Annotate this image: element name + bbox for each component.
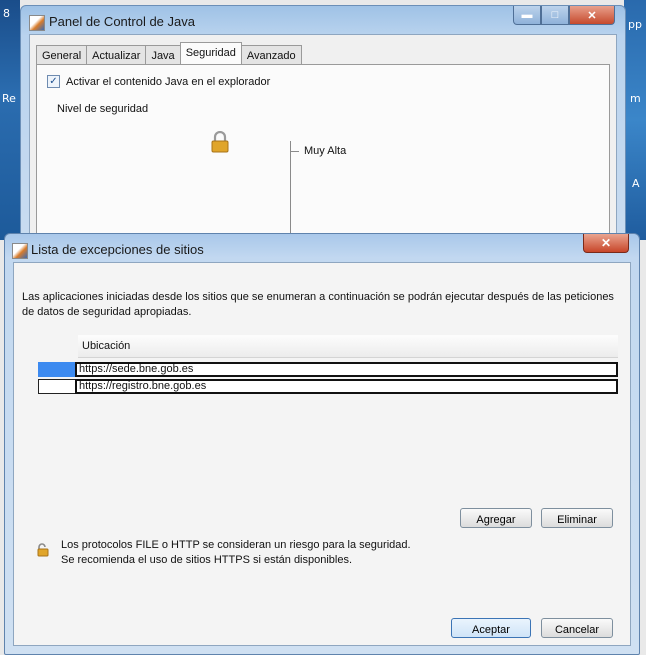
dialog-description: Las aplicaciones iniciadas desde los sit… bbox=[22, 291, 614, 318]
security-warning: Los protocolos FILE o HTTP se consideran… bbox=[61, 538, 411, 568]
warning-line-1: Los protocolos FILE o HTTP se consideran… bbox=[61, 539, 411, 551]
remove-button[interactable]: Eliminar bbox=[541, 508, 613, 528]
row-selector[interactable] bbox=[38, 362, 75, 377]
enable-java-row[interactable]: ✓ Activar el contenido Java en el explor… bbox=[47, 75, 270, 88]
desktop-left-edge bbox=[0, 0, 20, 240]
slider-tick bbox=[291, 151, 299, 152]
tab-avanzado[interactable]: Avanzado bbox=[240, 45, 302, 66]
location-cell[interactable]: https://sede.bne.gob.es bbox=[75, 362, 618, 377]
location-cell[interactable]: https://registro.bne.gob.es bbox=[75, 379, 618, 394]
dialog-title: Lista de excepciones de sitios bbox=[31, 242, 204, 257]
table-row[interactable]: https://registro.bne.gob.es bbox=[38, 379, 618, 394]
tab-bar: General Actualizar Java Seguridad Avanza… bbox=[36, 41, 302, 67]
exception-site-list-dialog: Lista de excepciones de sitios ✕ Las apl… bbox=[4, 233, 640, 655]
lock-icon bbox=[211, 131, 229, 153]
ok-button[interactable]: Aceptar bbox=[451, 618, 531, 638]
desktop-icon-label: Re bbox=[2, 92, 16, 105]
maximize-button[interactable]: □ bbox=[541, 6, 569, 25]
desktop-icon-label: m bbox=[630, 92, 641, 105]
column-header-location[interactable]: Ubicación bbox=[78, 335, 618, 358]
security-level-label: Nivel de seguridad bbox=[57, 103, 149, 115]
window-title: Panel de Control de Java bbox=[49, 14, 195, 29]
dialog-close-button[interactable]: ✕ bbox=[583, 234, 629, 253]
enable-java-checkbox[interactable]: ✓ bbox=[47, 75, 60, 88]
desktop-right-edge bbox=[624, 0, 646, 240]
dialog-body: Las aplicaciones iniciadas desde los sit… bbox=[13, 262, 631, 646]
desktop-icon-label: A bbox=[632, 177, 640, 190]
window-body: General Actualizar Java Seguridad Avanza… bbox=[29, 34, 617, 251]
security-level-value: Muy Alta bbox=[304, 145, 347, 157]
security-tab-panel: ✓ Activar el contenido Java en el explor… bbox=[36, 64, 610, 251]
row-selector[interactable] bbox=[38, 379, 75, 394]
desktop-icon-label: 8 bbox=[3, 7, 10, 20]
warning-line-2: Se recomienda el uso de sitios HTTPS si … bbox=[61, 554, 353, 566]
table-row[interactable]: https://sede.bne.gob.es bbox=[38, 362, 618, 377]
add-button[interactable]: Agregar bbox=[460, 508, 532, 528]
tab-java[interactable]: Java bbox=[145, 45, 181, 66]
caption-buttons: ▬ □ ✕ bbox=[513, 6, 615, 25]
minimize-button[interactable]: ▬ bbox=[513, 6, 541, 25]
close-button[interactable]: ✕ bbox=[569, 6, 615, 25]
enable-java-label: Activar el contenido Java en el explorad… bbox=[66, 75, 271, 88]
unlocked-lock-icon bbox=[37, 543, 49, 557]
tab-general[interactable]: General bbox=[36, 45, 88, 66]
site-exception-table: Ubicación https://sede.bne.gob.es https:… bbox=[38, 335, 618, 535]
tab-actualizar[interactable]: Actualizar bbox=[86, 45, 147, 66]
cancel-button[interactable]: Cancelar bbox=[541, 618, 613, 638]
java-app-icon bbox=[29, 15, 45, 31]
java-app-icon bbox=[12, 243, 28, 259]
java-control-panel-window: Panel de Control de Java ▬ □ ✕ General A… bbox=[20, 5, 626, 251]
desktop-icon-label: pp bbox=[628, 18, 642, 31]
